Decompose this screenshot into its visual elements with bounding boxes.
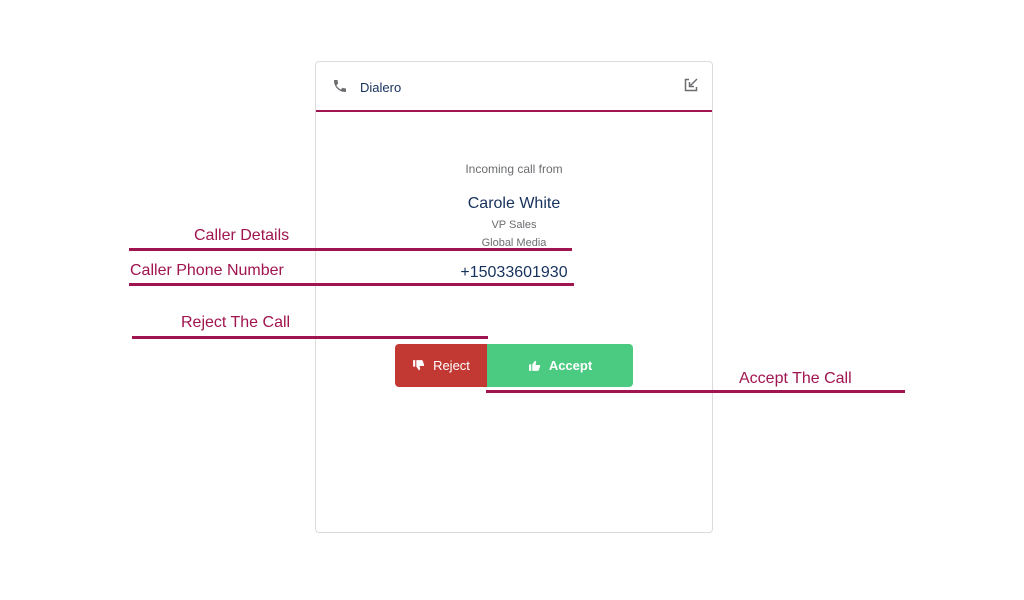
reject-label: Reject — [433, 358, 470, 373]
annotation-line-caller-details — [129, 248, 572, 251]
phone-icon — [332, 78, 348, 94]
accept-label: Accept — [548, 358, 593, 373]
annotation-line-caller-phone — [129, 283, 574, 286]
annotation-reject-the-call: Reject The Call — [181, 314, 291, 331]
thumbs-up-icon — [528, 359, 541, 372]
popout-icon[interactable] — [684, 78, 698, 92]
annotation-line-reject — [132, 336, 488, 339]
incoming-call-label: Incoming call from — [465, 162, 563, 176]
widget-title: Dialero — [360, 80, 402, 95]
annotation-line-accept — [486, 390, 905, 393]
accept-button[interactable]: Accept — [487, 344, 633, 387]
softphone-panel: Dialero Incoming call from Carole White … — [315, 61, 713, 533]
reject-button[interactable]: Reject — [395, 344, 487, 387]
caller-name: Carole White — [467, 195, 561, 212]
panel-header: Dialero — [316, 62, 712, 112]
stage: Dialero Incoming call from Carole White … — [0, 0, 1024, 600]
annotation-caller-details: Caller Details — [194, 227, 290, 244]
annotation-caller-phone-number: Caller Phone Number — [130, 262, 284, 279]
annotation-accept-the-call: Accept The Call — [739, 370, 852, 387]
thumbs-down-icon — [412, 359, 425, 372]
caller-phone-number: +15033601930 — [460, 264, 568, 281]
caller-title: VP Sales — [491, 219, 537, 231]
